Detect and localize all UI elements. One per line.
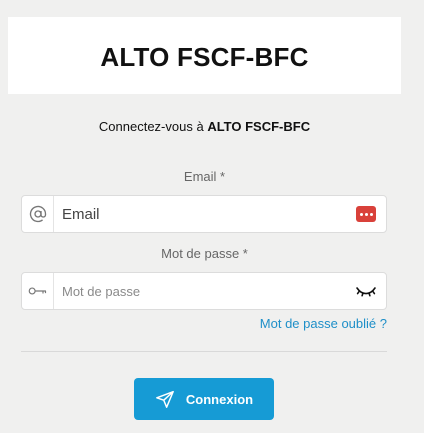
login-button-label: Connexion bbox=[185, 391, 254, 407]
login-page: ALTO FSCF-BFC Connectez-vous à ALTO FSCF… bbox=[0, 0, 424, 433]
subtitle-app-name: ALTO FSCF-BFC bbox=[207, 119, 311, 134]
password-label: Mot de passe * bbox=[161, 246, 248, 261]
forgot-password-link[interactable]: Mot de passe oublié ? bbox=[260, 316, 387, 331]
toggle-password-visibility[interactable] bbox=[346, 273, 386, 309]
app-title: ALTO FSCF-BFC bbox=[100, 41, 309, 72]
key-icon bbox=[22, 273, 54, 309]
at-sign-icon bbox=[22, 196, 54, 232]
password-manager-icon bbox=[356, 206, 376, 222]
header-banner: ALTO FSCF-BFC bbox=[8, 17, 401, 94]
subtitle-prefix: Connectez-vous à bbox=[98, 119, 208, 134]
password-field bbox=[21, 272, 387, 310]
password-manager-button[interactable] bbox=[346, 196, 386, 232]
send-icon bbox=[155, 390, 174, 408]
email-field bbox=[21, 195, 387, 233]
eye-closed-icon bbox=[356, 287, 376, 297]
divider bbox=[21, 351, 387, 352]
email-label: Email * bbox=[183, 169, 226, 184]
login-button[interactable]: Connexion bbox=[134, 378, 274, 420]
password-input[interactable] bbox=[54, 273, 346, 309]
login-subtitle: Connectez-vous à ALTO FSCF-BFC bbox=[0, 119, 409, 134]
email-input[interactable] bbox=[54, 196, 346, 232]
